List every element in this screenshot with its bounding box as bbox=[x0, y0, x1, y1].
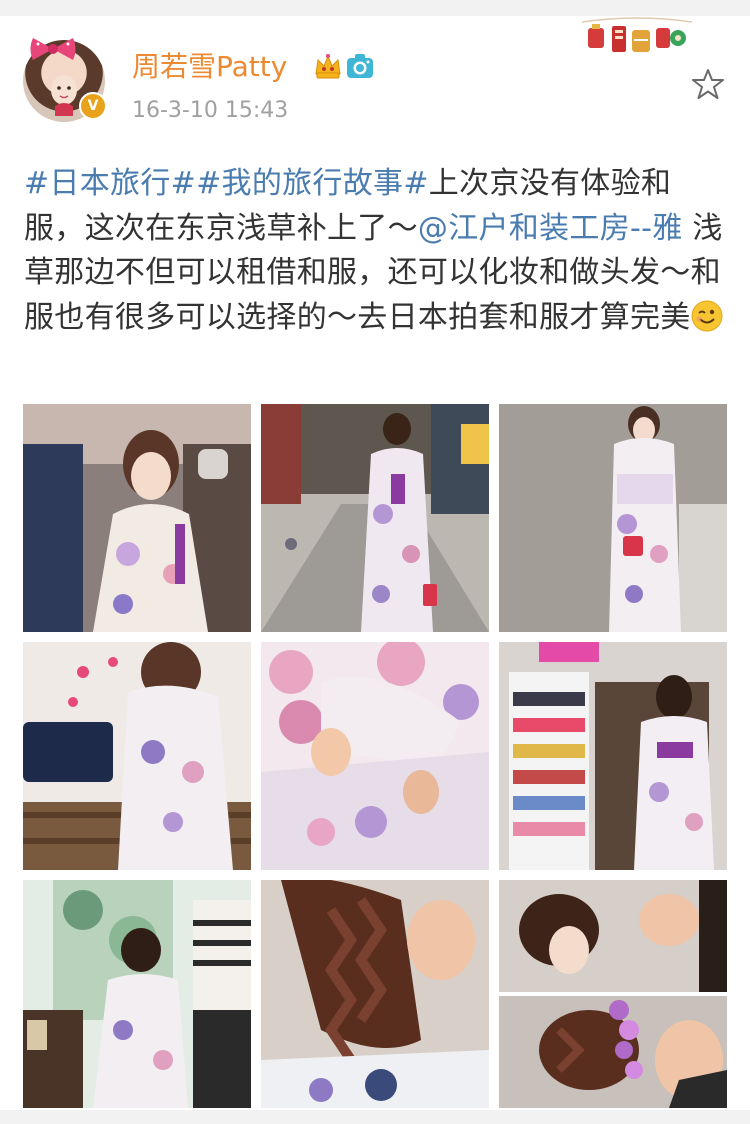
weibo-post-card: V 周若雪Patty 16-3-10 15:43 #日本旅行##我的旅行故事#上… bbox=[0, 16, 750, 1110]
photo-1[interactable] bbox=[23, 404, 251, 632]
post-timestamp: 16-3-10 15:43 bbox=[132, 98, 289, 123]
mention-link[interactable]: @江户和装工房--雅 bbox=[418, 211, 683, 246]
wink-emoji-icon bbox=[691, 300, 723, 331]
vip-crown-icon[interactable] bbox=[313, 52, 343, 80]
verified-badge-icon: V bbox=[79, 92, 107, 120]
photo-9[interactable] bbox=[499, 880, 727, 1108]
photo-3[interactable] bbox=[499, 404, 727, 632]
user-avatar[interactable]: V bbox=[23, 38, 107, 122]
photo-6[interactable] bbox=[499, 642, 727, 870]
card-decoration bbox=[582, 17, 692, 52]
hashtag-link[interactable]: #我的旅行故事# bbox=[196, 166, 429, 201]
photo-4[interactable] bbox=[23, 642, 251, 870]
camera-icon[interactable] bbox=[346, 53, 374, 79]
photo-2[interactable] bbox=[261, 404, 489, 632]
author-name[interactable]: 周若雪Patty bbox=[132, 49, 287, 85]
hashtag-link[interactable]: #日本旅行# bbox=[24, 166, 196, 201]
pink-bow-icon bbox=[30, 38, 76, 60]
post-text: #日本旅行##我的旅行故事#上次京没有体验和服，这次在东京浅草补上了～@江户和装… bbox=[24, 162, 724, 340]
photo-5[interactable] bbox=[261, 642, 489, 870]
star-outline-icon[interactable] bbox=[692, 68, 724, 100]
photo-8[interactable] bbox=[261, 880, 489, 1108]
photo-grid bbox=[23, 404, 727, 1108]
photo-7[interactable] bbox=[23, 880, 251, 1108]
